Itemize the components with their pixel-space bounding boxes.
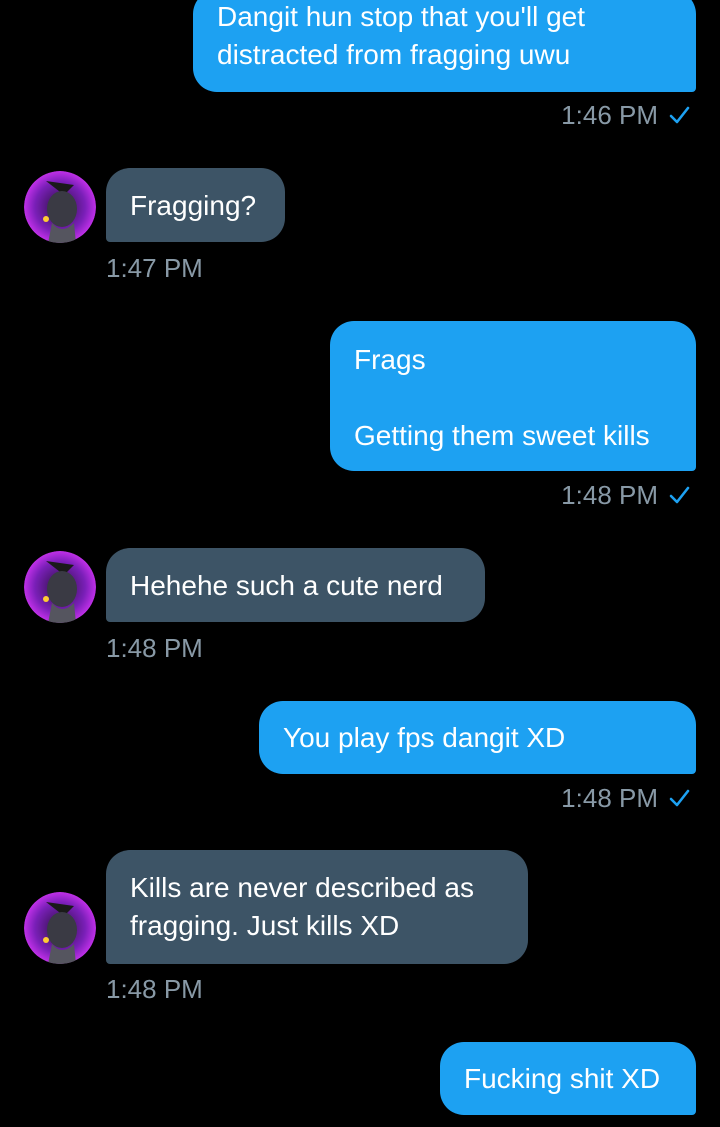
conversation-view[interactable]: Dangit hun stop that you'll get distract…: [0, 0, 720, 1127]
message-bubble-incoming[interactable]: Hehehe such a cute nerd: [106, 548, 485, 622]
message-timestamp: 1:46 PM: [561, 100, 658, 130]
message-timestamp: 1:47 PM: [106, 253, 203, 283]
message-timestamp: 1:48 PM: [561, 783, 658, 813]
avatar-icon[interactable]: [24, 171, 96, 243]
message-meta: 1:48 PM: [561, 480, 690, 510]
message-timestamp: 1:48 PM: [106, 974, 203, 1004]
avatar-icon[interactable]: [24, 892, 96, 964]
check-icon: [669, 106, 690, 124]
message-bubble-incoming[interactable]: Fragging?: [106, 168, 285, 242]
check-icon: [669, 789, 690, 807]
message-timestamp: 1:48 PM: [106, 633, 203, 663]
message-bubble-outgoing[interactable]: Frags Getting them sweet kills: [330, 321, 696, 471]
message-meta: 1:48 PM: [561, 783, 690, 813]
avatar-icon[interactable]: [24, 551, 96, 623]
message-bubble-outgoing[interactable]: Fucking shit XD: [440, 1042, 696, 1115]
message-bubble-outgoing[interactable]: Dangit hun stop that you'll get distract…: [193, 0, 696, 92]
message-bubble-outgoing[interactable]: You play fps dangit XD: [259, 701, 696, 774]
message-meta: 1:46 PM: [561, 100, 690, 130]
message-timestamp: 1:48 PM: [561, 480, 658, 510]
message-bubble-incoming[interactable]: Kills are never described as fragging. J…: [106, 850, 528, 964]
check-icon: [669, 486, 690, 504]
